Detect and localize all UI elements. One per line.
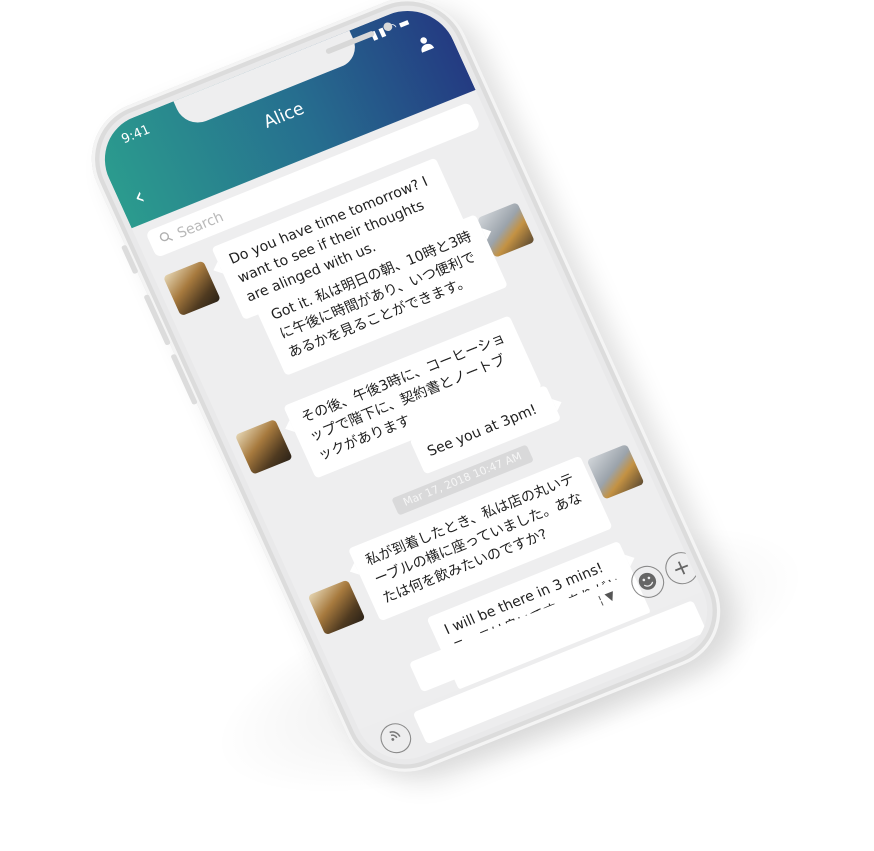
phone-frame: 9:41 ▮▮◠▬ Alice ‹ Search Do you have tim… <box>72 0 740 790</box>
back-chevron-icon[interactable]: ‹ <box>129 183 149 211</box>
mute-switch <box>120 244 139 275</box>
search-icon <box>158 229 176 248</box>
search-placeholder: Search <box>174 208 227 242</box>
voice-icon[interactable] <box>375 718 417 758</box>
status-time: 9:41 <box>118 121 153 147</box>
phone-device: 9:41 ▮▮◠▬ Alice ‹ Search Do you have tim… <box>72 0 740 790</box>
caret-down-icon[interactable]: ¦ ▼ <box>596 588 618 607</box>
plus-icon[interactable]: + <box>659 547 704 590</box>
contact-avatar[interactable] <box>307 579 366 636</box>
